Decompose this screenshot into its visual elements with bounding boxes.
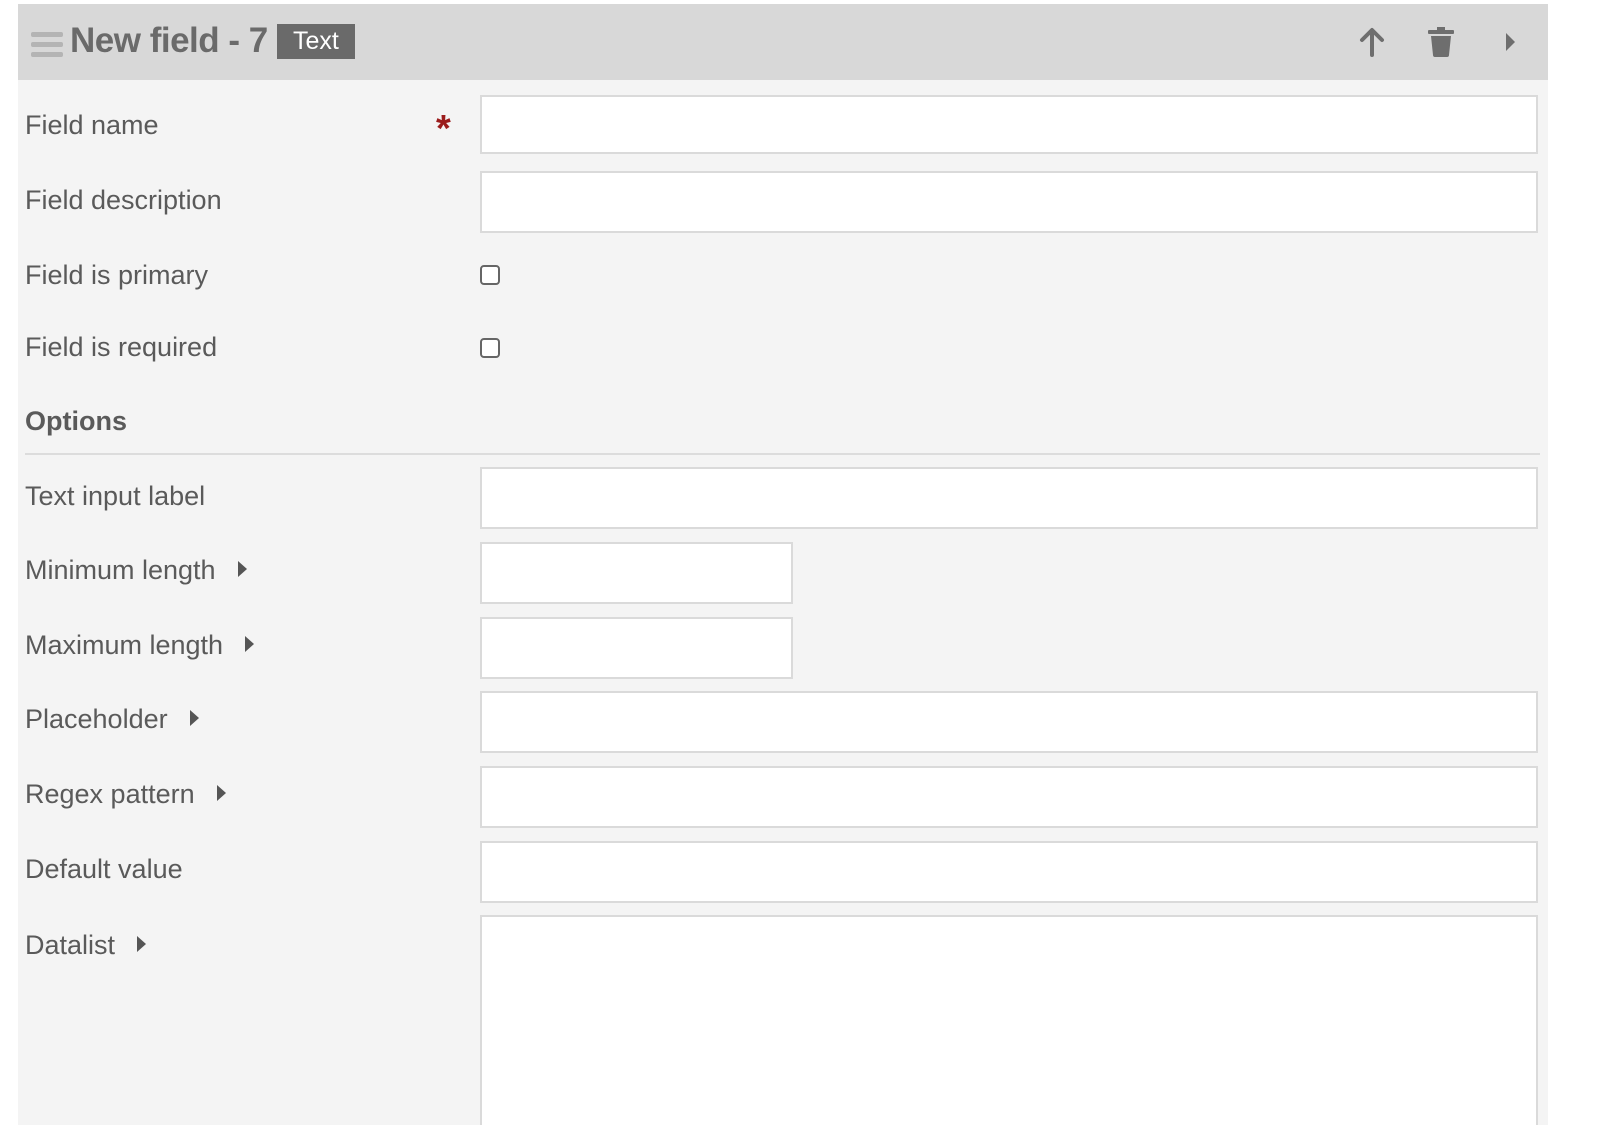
placeholder-text: Placeholder — [25, 704, 168, 734]
options-divider — [25, 453, 1540, 455]
trash-icon[interactable] — [1423, 24, 1459, 60]
maximum-length-text: Maximum length — [25, 630, 224, 660]
field-type-badge: Text — [277, 24, 355, 59]
datalist-textarea[interactable] — [480, 915, 1538, 1125]
default-value-input[interactable] — [480, 841, 1538, 903]
maximum-length-label[interactable]: Maximum length — [25, 630, 255, 661]
field-title: New field - 7 — [70, 21, 268, 60]
field-name-label: Field name — [25, 110, 159, 140]
field-is-primary-checkbox[interactable] — [480, 265, 500, 285]
arrow-up-icon[interactable] — [1354, 24, 1390, 60]
datalist-text: Datalist — [25, 930, 116, 960]
field-header: New field - 7 Text — [18, 4, 1548, 80]
minimum-length-text: Minimum length — [25, 555, 216, 585]
options-heading: Options — [25, 406, 127, 436]
expand-caret-icon[interactable] — [1492, 24, 1528, 60]
regex-pattern-input[interactable] — [480, 766, 1538, 828]
field-name-input[interactable] — [480, 95, 1538, 154]
field-description-input[interactable] — [480, 171, 1538, 233]
field-description-label: Field description — [25, 185, 222, 215]
regex-pattern-text: Regex pattern — [25, 779, 195, 809]
placeholder-input[interactable] — [480, 691, 1538, 753]
field-editor-panel: New field - 7 Text Field name * Field de… — [18, 4, 1548, 1125]
regex-pattern-label[interactable]: Regex pattern — [25, 779, 226, 810]
maximum-length-input[interactable] — [480, 617, 793, 679]
caret-right-icon[interactable] — [245, 636, 255, 652]
required-marker: * — [436, 108, 451, 150]
caret-right-icon[interactable] — [189, 710, 199, 726]
field-is-required-checkbox[interactable] — [480, 338, 500, 358]
text-input-label-label: Text input label — [25, 481, 206, 511]
caret-right-icon[interactable] — [237, 561, 247, 577]
drag-handle-icon[interactable] — [31, 32, 63, 57]
field-is-required-label: Field is required — [25, 332, 218, 362]
minimum-length-label[interactable]: Minimum length — [25, 555, 247, 586]
default-value-label: Default value — [25, 854, 183, 884]
field-is-primary-label: Field is primary — [25, 260, 209, 290]
placeholder-label[interactable]: Placeholder — [25, 704, 199, 735]
datalist-label[interactable]: Datalist — [25, 930, 147, 961]
caret-right-icon[interactable] — [137, 936, 147, 952]
minimum-length-input[interactable] — [480, 542, 793, 604]
text-input-label-input[interactable] — [480, 467, 1538, 529]
caret-right-icon[interactable] — [216, 785, 226, 801]
